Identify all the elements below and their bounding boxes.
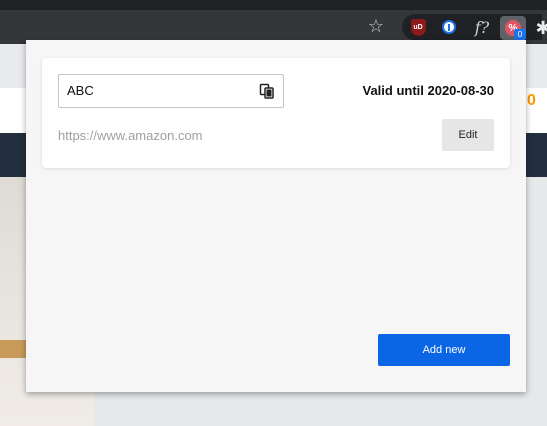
ublock-origin-icon[interactable]: uD: [408, 17, 428, 37]
password-manager-circle-icon: [442, 20, 456, 34]
browser-tab-strip: [0, 0, 547, 10]
add-new-button[interactable]: Add new: [378, 334, 510, 366]
edit-button[interactable]: Edit: [442, 119, 494, 151]
coupon-code-field[interactable]: ABC: [58, 74, 284, 108]
coupon-card: ABC Valid until 2020-08-30 https://www.a…: [42, 58, 510, 168]
ublock-shield-icon: uD: [410, 18, 426, 36]
password-manager-icon[interactable]: [439, 17, 459, 37]
coupon-code[interactable]: ABC: [67, 83, 94, 98]
browser-toolbar: ☆ uD f? % ✱: [0, 10, 547, 44]
extension-badge-count: 0: [514, 29, 526, 40]
cart-icon[interactable]: 0: [527, 92, 536, 110]
coupon-popup: ABC Valid until 2020-08-30 https://www.a…: [26, 40, 526, 392]
coupon-site-url: https://www.amazon.com: [58, 128, 203, 143]
font-finder-icon[interactable]: f?: [471, 17, 493, 37]
coupon-valid-until: Valid until 2020-08-30: [362, 83, 494, 98]
extensions-puzzle-icon[interactable]: ✱: [533, 18, 547, 38]
bookmark-star-icon[interactable]: ☆: [366, 16, 386, 36]
copy-icon[interactable]: [259, 83, 275, 99]
